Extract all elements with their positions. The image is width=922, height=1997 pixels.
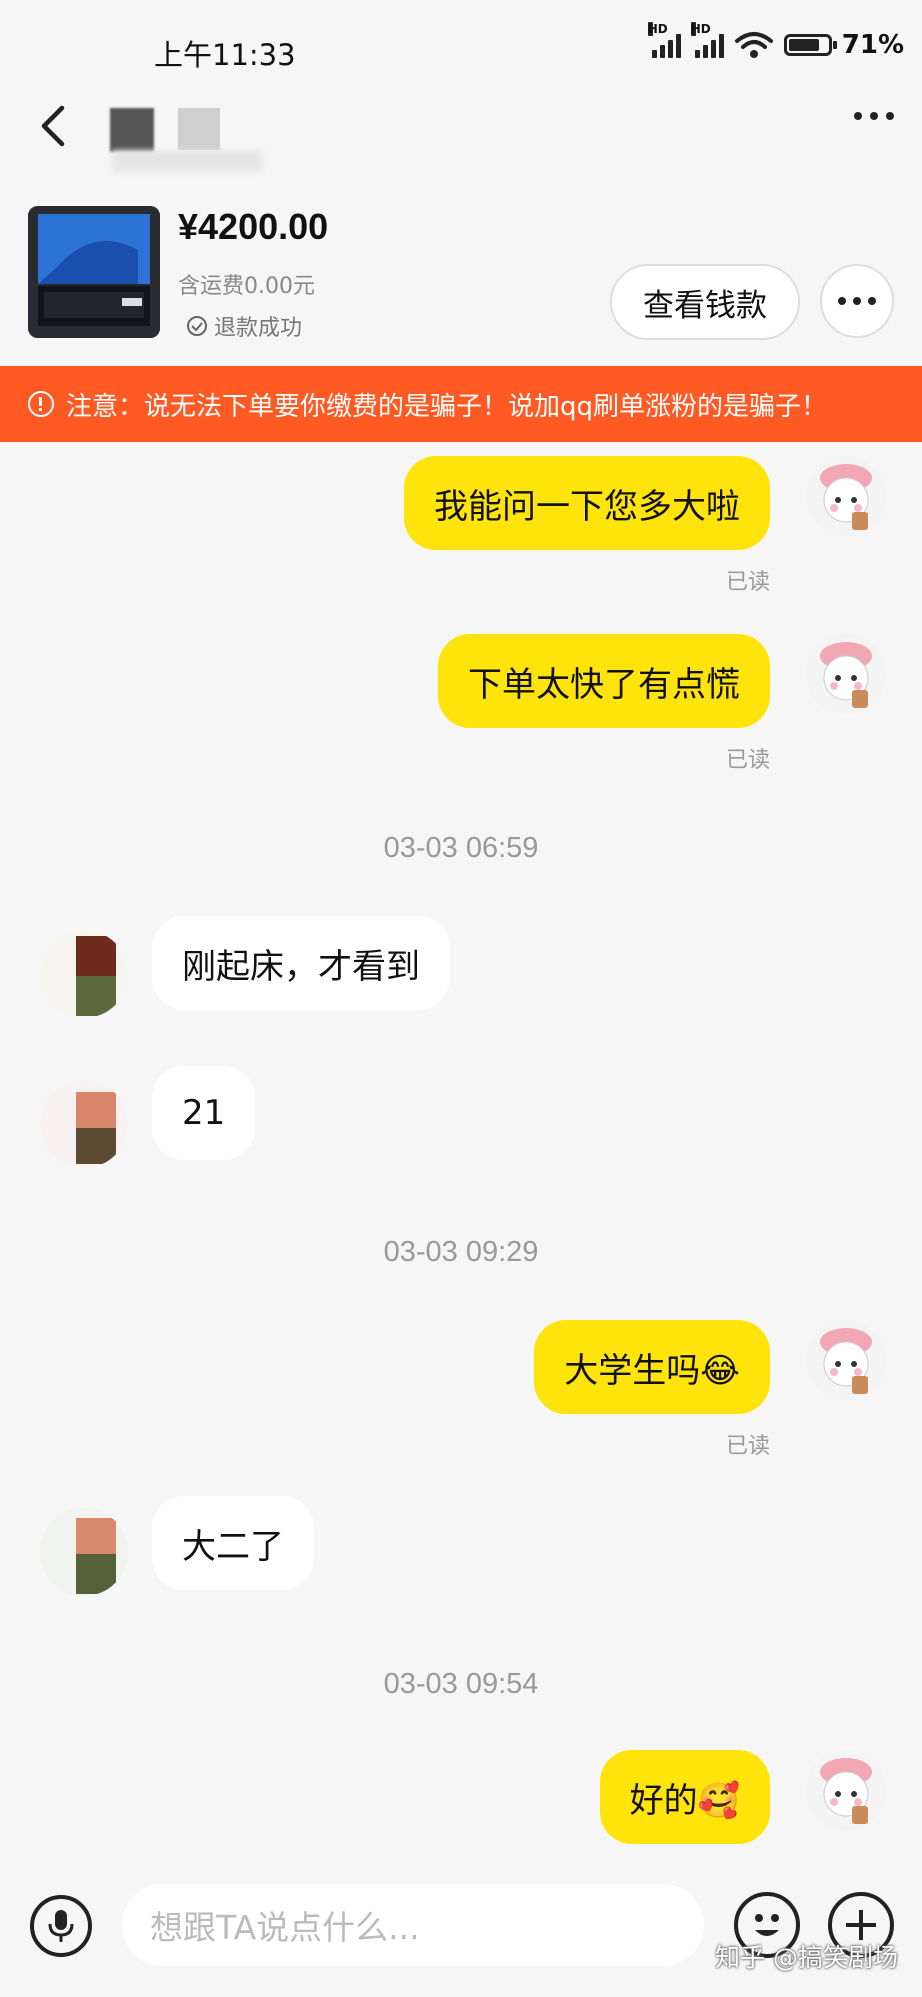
scam-warning-banner: 注意：说无法下单要你缴费的是骗子！说加qq刷单涨粉的是骗子！	[0, 366, 922, 442]
product-price: ¥4200.00	[178, 206, 329, 247]
refund-status-label: 退款成功	[214, 316, 303, 341]
check-circle-icon	[187, 316, 207, 336]
my-avatar[interactable]	[806, 456, 886, 536]
battery-icon	[783, 34, 837, 56]
hd-label: HD	[647, 22, 668, 36]
message-bubble-outgoing[interactable]: 下单太快了有点慌	[438, 634, 770, 728]
my-avatar[interactable]	[806, 1750, 886, 1830]
status-time: 上午11:33	[154, 38, 296, 72]
refund-status: 退款成功	[186, 310, 302, 342]
my-avatar[interactable]	[806, 634, 886, 714]
signal-icon: HD	[690, 22, 724, 58]
contact-avatar[interactable]	[40, 1080, 128, 1168]
view-payment-button[interactable]: 查看钱款	[610, 264, 800, 340]
product-thumbnail[interactable]	[28, 206, 160, 338]
more-horizontal-icon[interactable]	[854, 112, 894, 120]
microphone-icon	[48, 1910, 74, 1942]
warning-text: 注意：说无法下单要你缴费的是骗子！说加qq刷单涨粉的是骗子！	[66, 391, 828, 422]
contact-name-redacted	[110, 108, 220, 152]
voice-input-button[interactable]	[30, 1895, 92, 1957]
battery-percent: 71%	[841, 30, 904, 60]
alert-circle-icon	[28, 391, 54, 417]
message-bubble-incoming[interactable]: 刚起床，才看到	[152, 916, 450, 1010]
timestamp: 03-03 09:54	[383, 1668, 539, 1700]
wifi-icon	[734, 32, 773, 58]
message-bubble-outgoing[interactable]: 好的🥰	[599, 1750, 770, 1844]
message-bubble-incoming[interactable]: 大二了	[152, 1496, 314, 1590]
message-bubble-outgoing[interactable]: 我能问一下您多大啦	[404, 456, 770, 550]
timestamp: 03-03 06:59	[383, 832, 539, 864]
contact-avatar[interactable]	[40, 930, 128, 1018]
message-bubble-outgoing[interactable]: 大学生吗😂	[534, 1320, 770, 1414]
read-status: 已读	[725, 1434, 770, 1459]
timestamp: 03-03 09:29	[383, 1236, 539, 1268]
contact-subtitle-redacted	[112, 150, 262, 172]
read-status: 已读	[725, 570, 770, 595]
message-bubble-incoming[interactable]: 21	[152, 1066, 256, 1160]
read-status: 已读	[725, 748, 770, 773]
watermark: 知乎 @搞笑剧场	[715, 1943, 898, 1972]
product-more-button[interactable]	[820, 264, 894, 338]
shipping-fee: 含运费0.00元	[178, 274, 315, 299]
status-icons: HD HD 71%	[647, 22, 904, 60]
message-input[interactable]: 想跟TA说点什么...	[122, 1884, 704, 1966]
chevron-left-icon[interactable]	[30, 100, 82, 152]
contact-avatar[interactable]	[40, 1508, 128, 1596]
hd-label: HD	[690, 22, 711, 36]
more-horizontal-icon	[838, 297, 876, 305]
my-avatar[interactable]	[806, 1320, 886, 1400]
signal-icon: HD	[647, 22, 681, 58]
